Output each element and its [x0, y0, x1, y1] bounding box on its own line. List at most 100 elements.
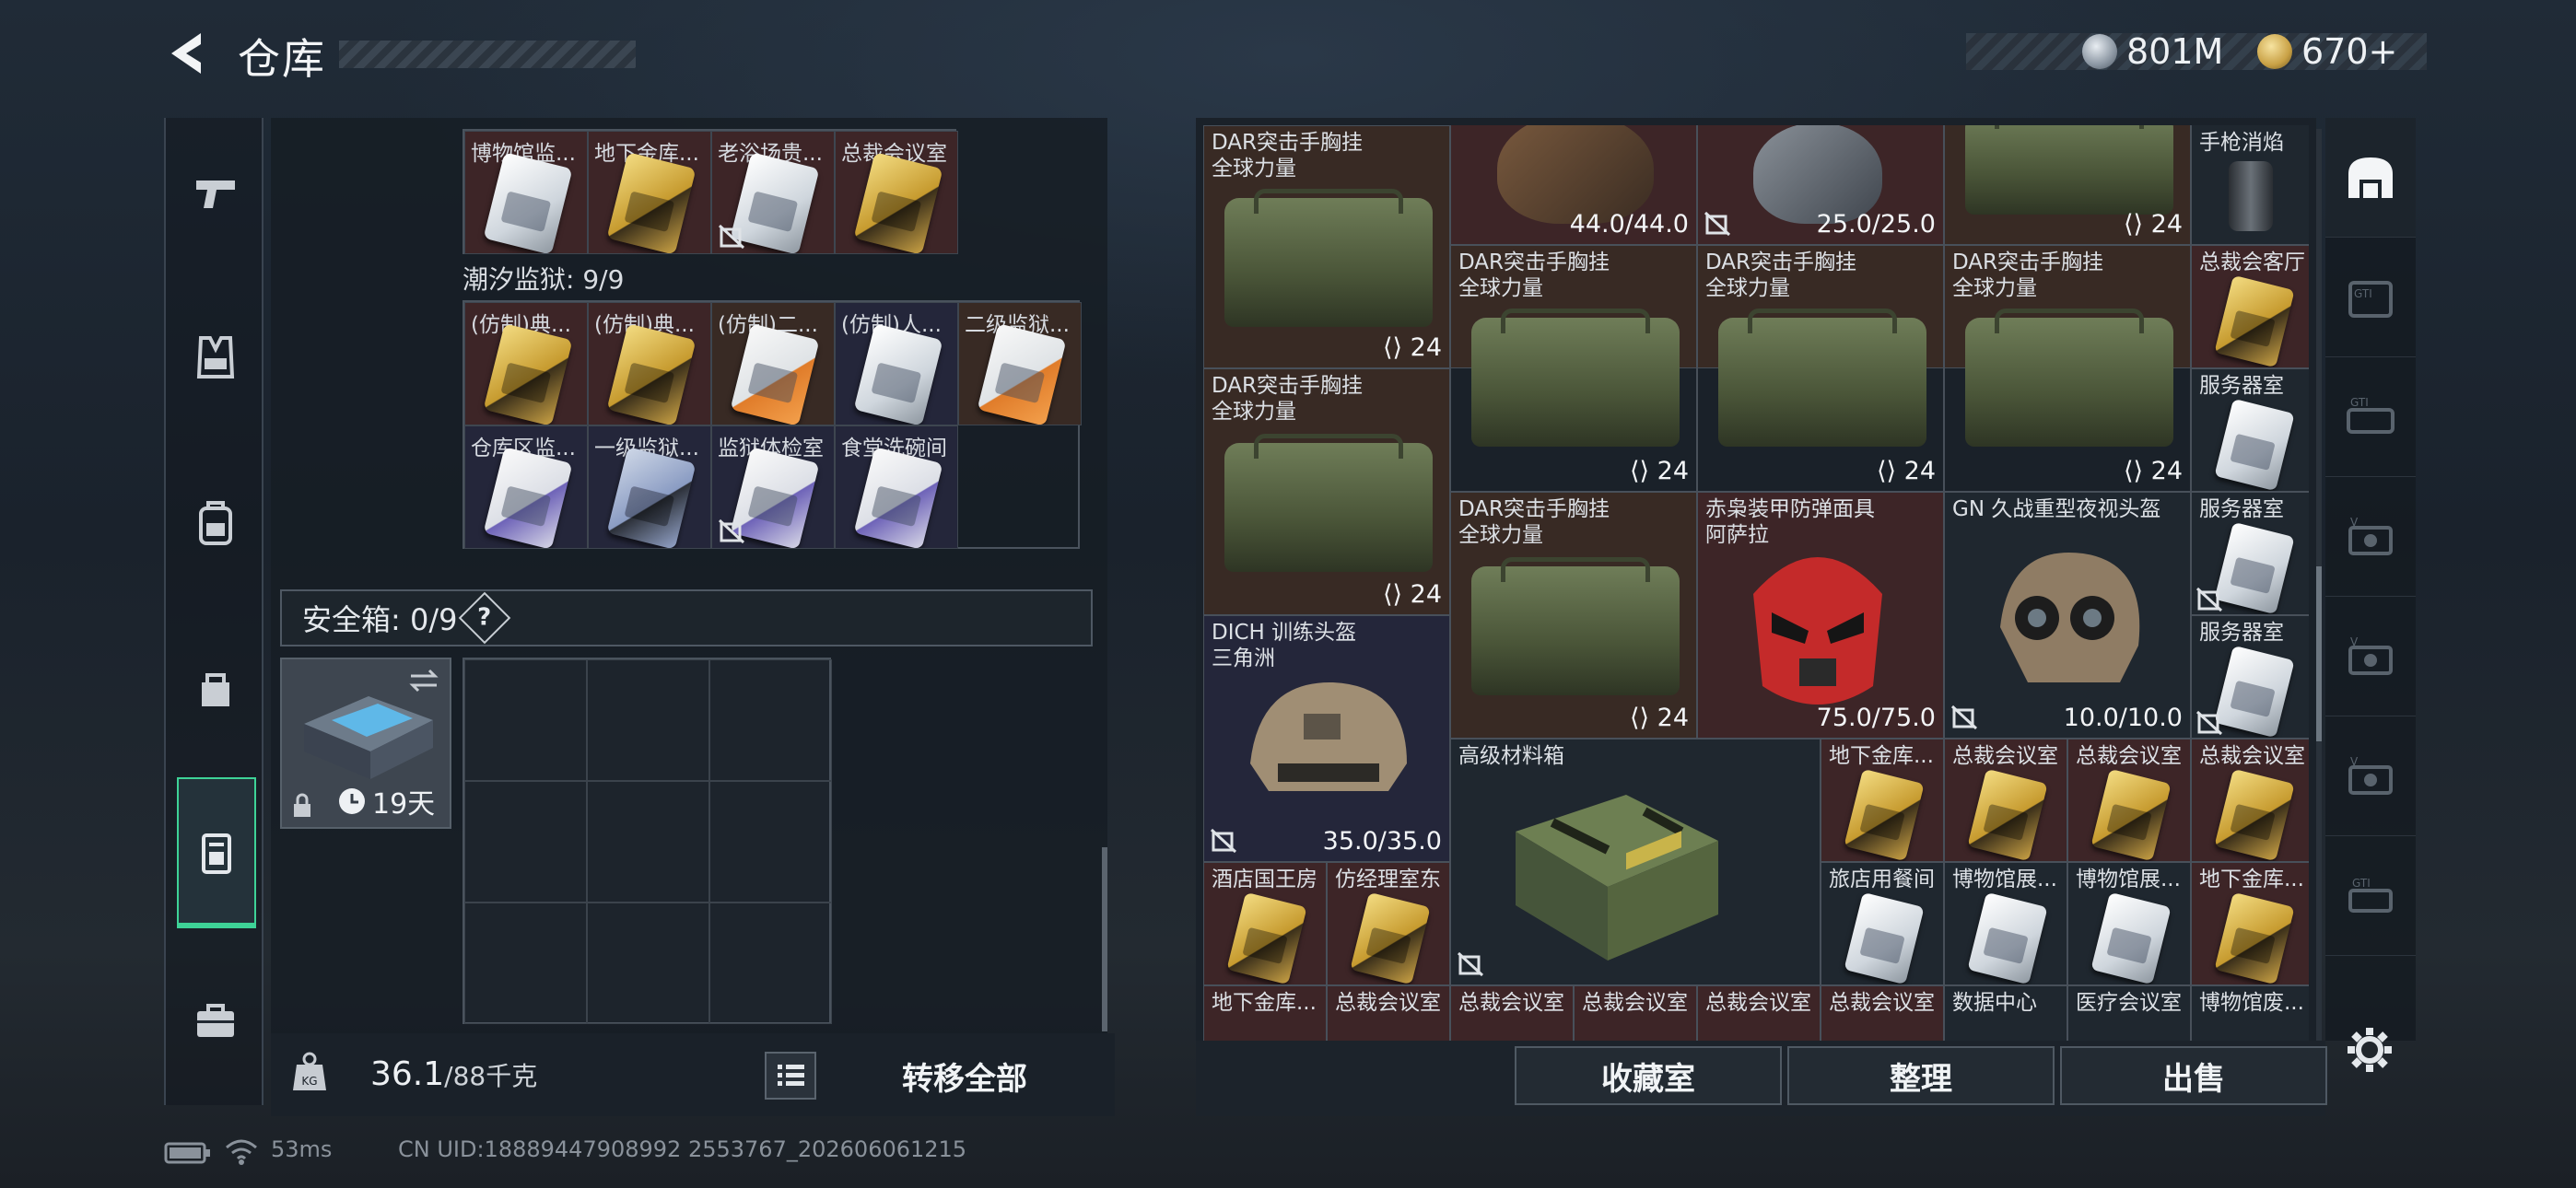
keycard-image: [1967, 768, 2048, 861]
item-count: ⟨⟩ 24: [1876, 457, 1936, 485]
keycard-slot[interactable]: 地下金库...: [1821, 739, 1944, 862]
transfer-all-button[interactable]: 转移全部: [829, 1041, 1100, 1111]
weapon-case-icon: GTI: [2348, 877, 2393, 913]
weight-icon: KG: [293, 1052, 326, 1090]
warehouse-tab-7[interactable]: GTI: [2325, 836, 2416, 956]
keycard-slot[interactable]: 总裁会议室: [1821, 985, 1944, 1041]
keycard-slot[interactable]: 总裁会议室: [1327, 985, 1450, 1041]
keycard-slot[interactable]: 总裁会议室: [1450, 985, 1574, 1041]
weapon-case-icon: GTI: [2348, 280, 2393, 318]
keycard-slot[interactable]: 博物馆废...: [2191, 985, 2309, 1041]
warehouse-tab-3[interactable]: GTI: [2325, 357, 2416, 477]
item-dich-helmet[interactable]: DICH 训练头盔 三角洲 35.0/35.0: [1203, 615, 1450, 862]
item-red-mask[interactable]: 赤枭装甲防弹面具 阿萨拉 75.0/75.0: [1697, 492, 1944, 739]
keycard-slot[interactable]: 总裁会议室: [1574, 985, 1697, 1041]
keycard-slot[interactable]: 地下金库...: [588, 131, 711, 254]
collection-room-button[interactable]: 收藏室: [1515, 1046, 1782, 1105]
item-count: ⟨⟩ 24: [2123, 210, 2183, 239]
keycard-slot[interactable]: 服务器室: [2191, 615, 2309, 739]
keycard-slot[interactable]: 仿经理室东: [1327, 862, 1450, 985]
currency-a[interactable]: 801M: [2082, 28, 2223, 76]
keycard-slot[interactable]: 数据中心: [1944, 985, 2067, 1041]
keycard-slot[interactable]: 总裁会议室: [2191, 739, 2309, 862]
warehouse-tab-4[interactable]: V: [2325, 477, 2416, 597]
keycard-slot[interactable]: 总裁会议室: [1697, 985, 1821, 1041]
item-dar-vest[interactable]: DAR突击手胸挂 全球力量 ⟨⟩ 24: [1203, 368, 1450, 615]
keycard-slot[interactable]: 总裁会议室: [835, 131, 958, 254]
item-material-box[interactable]: 高级材料箱: [1450, 739, 1821, 985]
keycard-slot[interactable]: (仿制)典...: [464, 302, 588, 425]
warehouse-grid: DAR突击手胸挂 全球力量 ⟨⟩ 24 44.0/44.0 25.0/25.0 ⟨…: [1203, 125, 2309, 1041]
keycard-slot[interactable]: 博物馆展...: [2067, 862, 2191, 985]
keycard-slot[interactable]: (仿制)人...: [835, 302, 958, 425]
keycard-slot[interactable]: 旅店用餐间: [1821, 862, 1944, 985]
back-arrow-icon[interactable]: [164, 28, 210, 79]
swap-icon[interactable]: [407, 667, 440, 694]
currency-b[interactable]: 670+: [2257, 28, 2397, 76]
keycard-slot[interactable]: 服务器室: [2191, 492, 2309, 615]
warehouse-tab-5[interactable]: V: [2325, 597, 2416, 716]
item-nv-helmet[interactable]: GN 久战重型夜视头盔 10.0/10.0: [1944, 492, 2191, 739]
warehouse-tab-main[interactable]: [2325, 118, 2416, 238]
warehouse-scroll-thumb[interactable]: [2316, 566, 2322, 741]
keycard-slot[interactable]: 服务器室: [2191, 368, 2309, 492]
list-icon: [778, 1065, 804, 1086]
safe-timer-value: 19天: [372, 788, 436, 821]
keycard-slot[interactable]: (仿制)典...: [588, 302, 711, 425]
item-helmet-top[interactable]: 44.0/44.0: [1450, 125, 1697, 245]
warehouse-home-icon: [2348, 157, 2393, 198]
safe-box-case[interactable]: 19天: [280, 658, 451, 829]
item-mask-top[interactable]: 25.0/25.0: [1697, 125, 1944, 245]
nav-backpack[interactable]: [166, 449, 265, 597]
keycard-slot[interactable]: 博物馆监...: [464, 131, 588, 254]
keycard-slot[interactable]: 总裁会议室: [2067, 739, 2191, 862]
left-scrollbar[interactable]: [1102, 847, 1107, 1031]
sell-button[interactable]: 出售: [2060, 1046, 2327, 1105]
keycard-slot[interactable]: 监狱体检室: [711, 425, 835, 549]
pistol-icon: [196, 181, 235, 208]
keycard-slot[interactable]: 总裁会议室: [1944, 739, 2067, 862]
nav-keycard-case[interactable]: [177, 777, 256, 928]
backpack-icon: [199, 501, 232, 545]
keycard-image: [1844, 768, 1925, 861]
material-box-image: [1516, 795, 1718, 961]
nav-pistol[interactable]: [166, 118, 265, 265]
nav-toolbox[interactable]: [166, 947, 265, 1094]
keycard-slot[interactable]: 酒店国王房: [1203, 862, 1327, 985]
keycard-slot[interactable]: 总裁会客厅: [2191, 245, 2309, 368]
nav-pouch[interactable]: [166, 615, 265, 763]
svg-text:KG: KG: [301, 1075, 317, 1088]
keycard-image: [1350, 891, 1431, 984]
keycard-slot[interactable]: 二级监狱...: [958, 302, 1082, 425]
nav-vest[interactable]: [166, 284, 265, 431]
keycard-image: [853, 323, 943, 425]
item-dar-vest-top[interactable]: ⟨⟩ 24: [1944, 125, 2191, 245]
list-view-button[interactable]: [765, 1052, 816, 1100]
keycard-slot[interactable]: 地下金库...: [1203, 985, 1327, 1041]
keycard-slot[interactable]: 食堂洗碗间: [835, 425, 958, 549]
item-label: 高级材料箱: [1458, 744, 1564, 768]
keycard-slot[interactable]: 一级监狱...: [588, 425, 711, 549]
warehouse-page-nav: GTI GTI V V V GTI: [2325, 118, 2416, 1041]
lock-icon: [294, 793, 310, 817]
keycard-slot[interactable]: 老浴场贵...: [711, 131, 835, 254]
keycard-label: 总裁会议室: [1952, 744, 2058, 768]
safe-case-image: [304, 696, 433, 779]
settings-gear-icon[interactable]: [2344, 1024, 2395, 1076]
item-dar-vest[interactable]: DAR突击手胸挂 全球力量 ⟨⟩ 24: [1203, 125, 1450, 368]
vest-body: ⟨⟩ 24: [1450, 245, 1697, 492]
no-bind-icon: [2195, 710, 2223, 736]
weight-total: /88千克: [444, 1061, 538, 1091]
organize-button[interactable]: 整理: [1787, 1046, 2055, 1105]
keycard-slot[interactable]: 医疗会议室: [2067, 985, 2191, 1041]
vest-image: [1224, 189, 1433, 327]
warehouse-tab-6[interactable]: V: [2325, 716, 2416, 836]
keycard-slot[interactable]: (仿制)二...: [711, 302, 835, 425]
warehouse-tab-2[interactable]: GTI: [2325, 238, 2416, 357]
keycard-slot[interactable]: 仓库区监...: [464, 425, 588, 549]
keycard-slot[interactable]: 博物馆展...: [1944, 862, 2067, 985]
help-icon[interactable]: ?: [459, 591, 511, 645]
item-dar-vest[interactable]: DAR突击手胸挂 全球力量 ⟨⟩ 24: [1450, 492, 1697, 739]
item-suppressor[interactable]: 手枪消焰: [2191, 125, 2309, 245]
keycard-slot[interactable]: 地下金库...: [2191, 862, 2309, 985]
